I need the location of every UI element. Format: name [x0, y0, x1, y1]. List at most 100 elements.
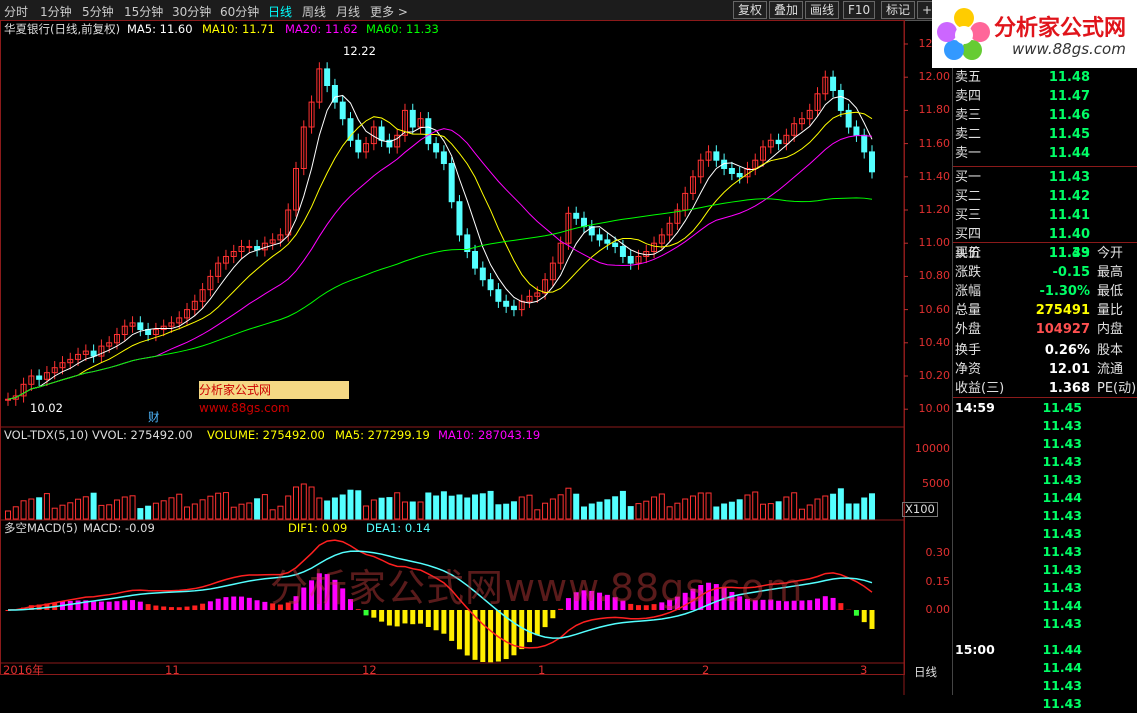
volume-bar — [652, 497, 657, 519]
volume-bar — [130, 496, 135, 519]
volume-bar — [496, 505, 501, 519]
candle-body — [325, 69, 330, 86]
date-tick: 3 — [860, 664, 867, 677]
vol-ma5-legend: MA5: 277299.19 — [335, 429, 430, 442]
tick-time: 15:00 — [955, 641, 995, 659]
macd-bar — [511, 610, 516, 655]
stat-label2: 量比 — [1097, 301, 1123, 320]
stat-row: 总量275491量比 — [953, 301, 1137, 320]
tick-row: 11.43 — [953, 507, 1137, 525]
candle-body — [138, 323, 143, 330]
tab-30min[interactable]: 30分钟 — [172, 3, 211, 20]
macd-bar — [185, 607, 190, 610]
volume-bar — [231, 507, 236, 519]
volume-bar — [768, 504, 773, 519]
price-tick: 11.80 — [919, 103, 951, 116]
volume-bar — [37, 498, 42, 519]
volume-bar — [628, 507, 633, 519]
macd-bar — [216, 599, 221, 610]
tick-price: 11.43 — [1042, 525, 1082, 543]
stat-label2: 股本 — [1097, 341, 1123, 360]
ma60-legend: MA60: 11.33 — [366, 23, 439, 36]
macd-bar — [807, 600, 812, 610]
volume-bar — [13, 507, 18, 519]
price-tick: 12.00 — [919, 70, 951, 83]
date-tick: 2 — [702, 664, 709, 677]
overlay-button[interactable]: 叠加 — [769, 1, 803, 19]
tab-15min[interactable]: 15分钟 — [124, 3, 163, 20]
volume-bar — [294, 487, 299, 519]
ma20-legend: MA20: 11.62 — [285, 23, 358, 36]
stat-value: 0.26% — [1045, 341, 1090, 360]
macd-bar — [247, 598, 252, 610]
order-price: 11.47 — [1049, 87, 1090, 106]
volume-bar — [60, 505, 65, 519]
tab-1min[interactable]: 1分钟 — [40, 3, 72, 20]
tab-daily[interactable]: 日线 — [268, 3, 292, 20]
volume-bar — [44, 494, 49, 519]
ma5-legend: MA5: 11.60 — [127, 23, 193, 36]
stat-name: 外盘 — [955, 320, 981, 339]
volume-bar — [138, 509, 143, 519]
macd-bar — [395, 610, 400, 626]
volume-bar — [659, 494, 664, 519]
tab-weekly[interactable]: 周线 — [302, 3, 326, 20]
watermark-box: 分析家公式网www.88gs.com — [199, 381, 349, 399]
stat-row: 收益(三)1.368PE(动) — [953, 379, 1137, 398]
finance-marker[interactable]: 财 — [148, 411, 160, 424]
volume-bar — [239, 504, 244, 519]
volume-bar — [550, 499, 555, 519]
candle-body — [348, 119, 353, 141]
ma10-legend: MA10: 11.71 — [202, 23, 275, 36]
candle-body — [496, 290, 501, 302]
macd-bar — [441, 610, 446, 634]
tab-monthly[interactable]: 月线 — [336, 3, 360, 20]
tick-row: 11.43 — [953, 543, 1137, 561]
volume-bar — [776, 502, 781, 519]
stat-name: 收益(三) — [955, 379, 1004, 398]
order-price: 11.43 — [1049, 168, 1090, 187]
macd-bar — [153, 606, 158, 610]
macd-bar — [488, 610, 493, 662]
macd-bar — [543, 610, 548, 627]
volume-bar — [21, 501, 26, 519]
volume-bar — [543, 503, 548, 519]
volume-bar — [169, 498, 174, 519]
candle-body — [434, 144, 439, 152]
tab-more[interactable]: 更多 > — [370, 3, 408, 20]
volume-bar — [52, 508, 57, 519]
macd-bar — [831, 598, 836, 610]
price-tick: 10.00 — [919, 402, 951, 415]
stat-name: 总量 — [955, 301, 981, 320]
tab-5min[interactable]: 5分钟 — [82, 3, 114, 20]
macd-bar — [239, 597, 244, 610]
tab-fenshi[interactable]: 分时 — [4, 3, 28, 20]
tab-60min[interactable]: 60分钟 — [220, 3, 259, 20]
stat-name: 涨跌 — [955, 263, 981, 282]
ma60-line — [8, 198, 872, 399]
volume-bar — [823, 496, 828, 519]
candle-body — [340, 102, 345, 119]
stat-value: 11.43 — [1049, 244, 1090, 263]
price-tick: 10.80 — [919, 269, 951, 282]
candle-body — [776, 140, 781, 143]
macd-bar — [130, 600, 135, 610]
macd-bar — [480, 610, 485, 662]
tick-row: 11.43 — [953, 453, 1137, 471]
candle-body — [613, 243, 618, 246]
restore-rights-button[interactable]: 复权 — [733, 1, 767, 19]
stat-name: 现价 — [955, 244, 981, 263]
volume-bar — [325, 501, 330, 519]
f10-button[interactable]: F10 — [843, 1, 875, 19]
volume-bar — [83, 497, 88, 519]
macd-bar — [161, 606, 166, 610]
draw-line-button[interactable]: 画线 — [805, 1, 839, 19]
stat-name: 净资 — [955, 360, 981, 379]
flower-logo-icon — [934, 4, 994, 64]
stat-name: 涨幅 — [955, 282, 981, 301]
order-price: 11.44 — [1049, 144, 1090, 163]
candle-body — [854, 127, 859, 135]
order-name: 买三 — [955, 206, 981, 225]
macd-bar — [68, 601, 73, 610]
macd-bar — [138, 602, 143, 610]
